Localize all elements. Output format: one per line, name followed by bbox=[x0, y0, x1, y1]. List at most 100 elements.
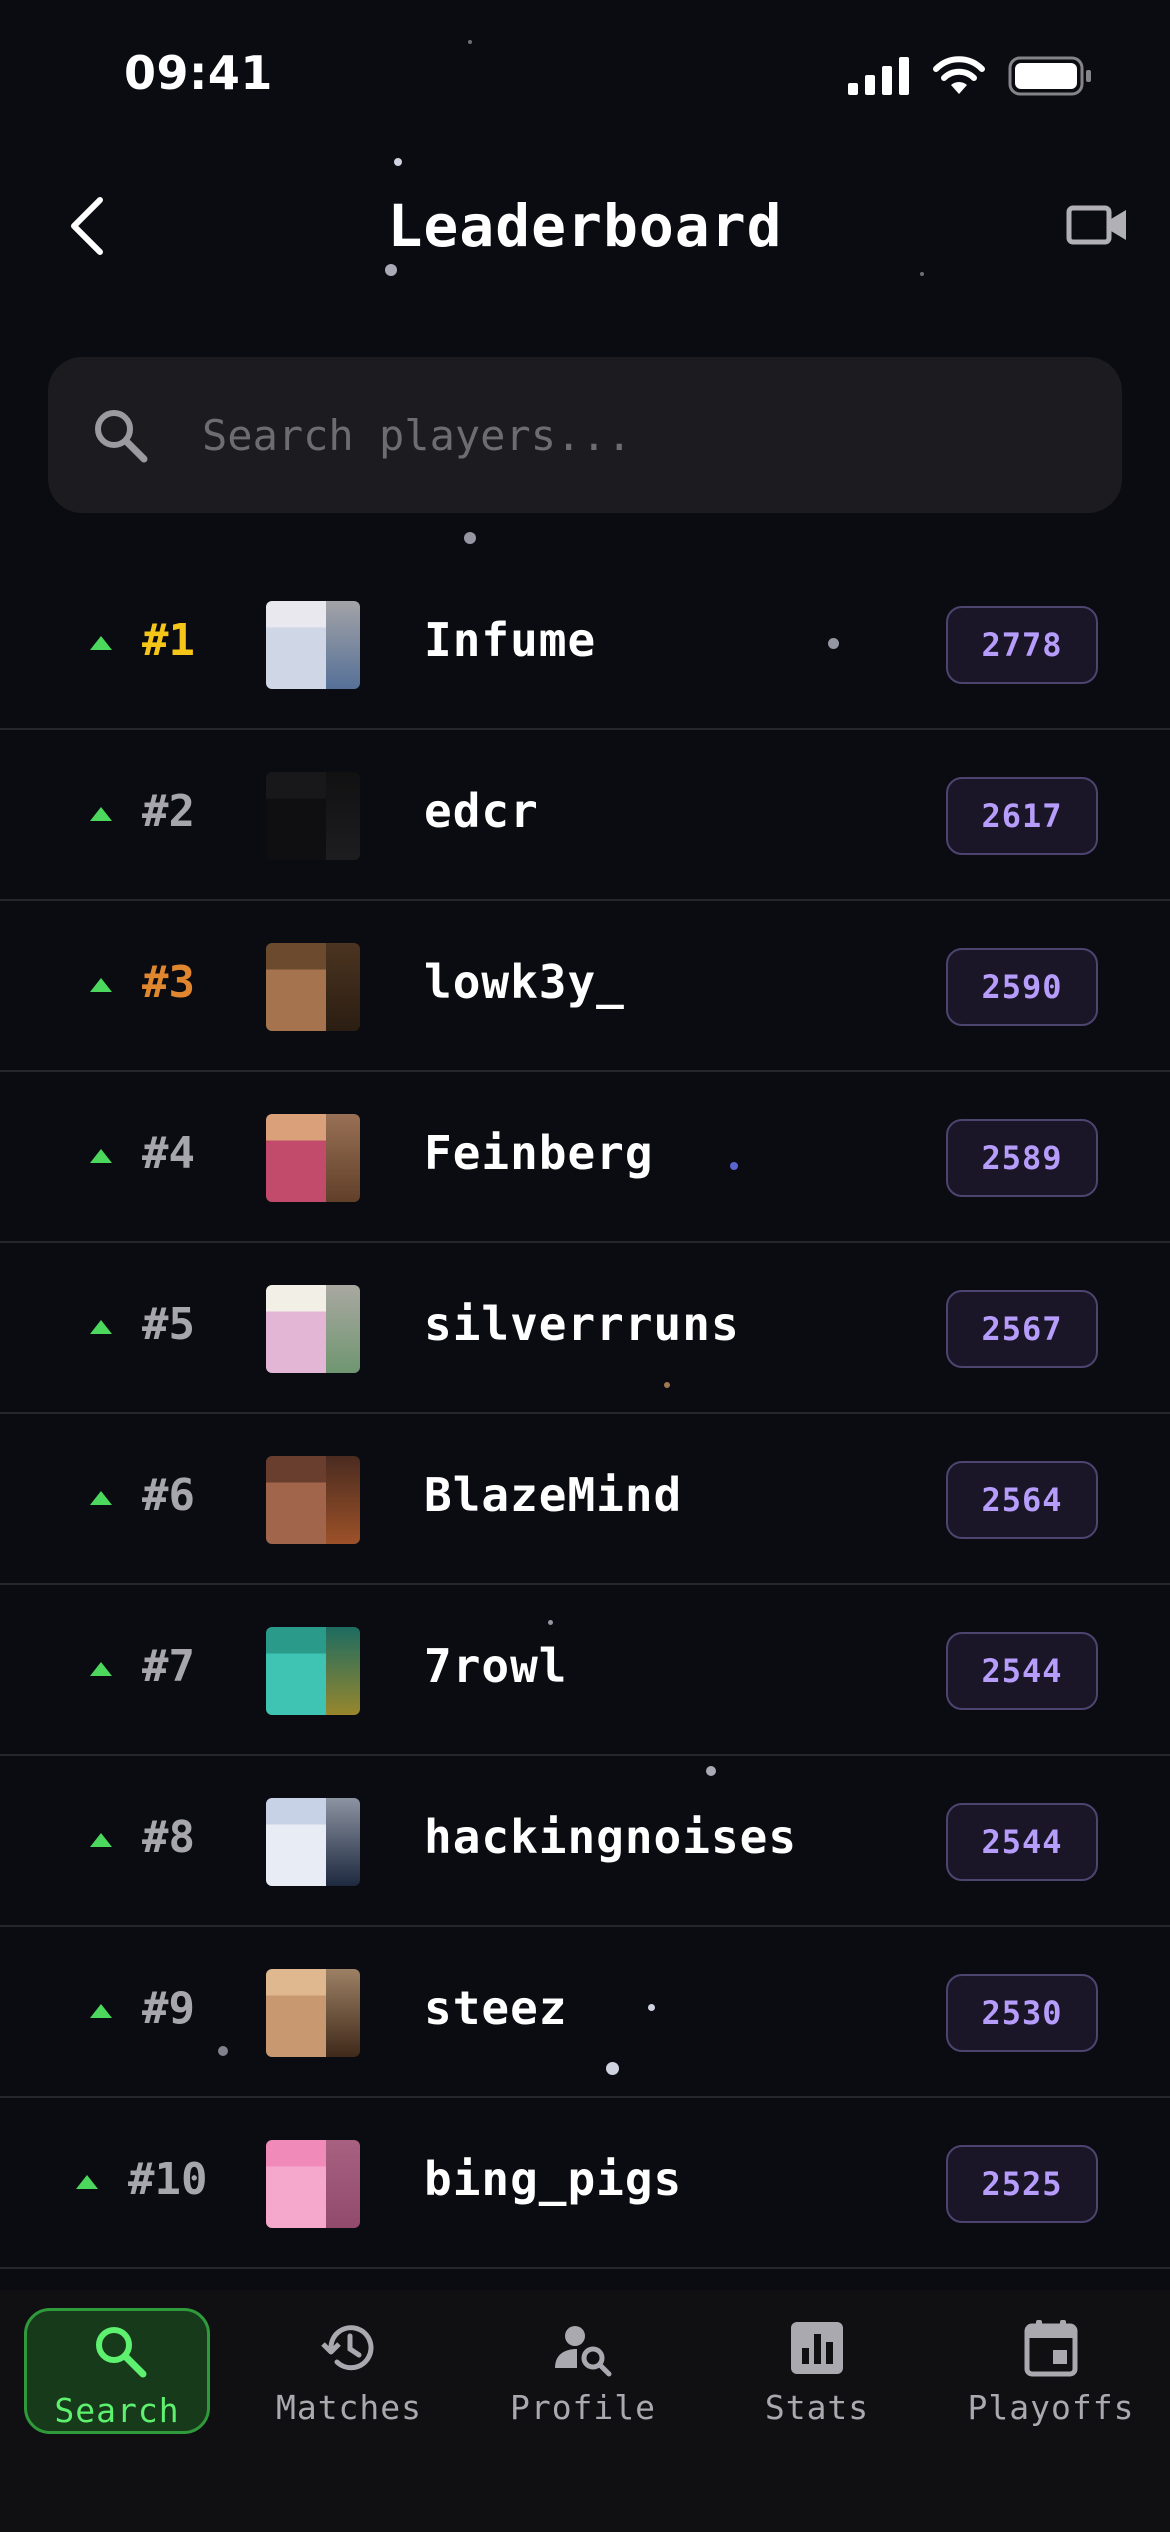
avatar-side bbox=[326, 1114, 360, 1202]
video-button[interactable] bbox=[1066, 200, 1130, 250]
avatar-face bbox=[266, 1285, 326, 1373]
player-avatar bbox=[266, 1969, 360, 2057]
trend-up-icon bbox=[90, 1833, 112, 1847]
elo-badge: 2778 bbox=[946, 606, 1098, 684]
battery-icon bbox=[1008, 56, 1091, 96]
wifi-icon bbox=[933, 56, 985, 94]
player-name: edcr bbox=[424, 784, 539, 838]
player-name: hackingnoises bbox=[424, 1810, 798, 1864]
tab-playoffs[interactable]: Playoffs bbox=[958, 2308, 1144, 2434]
leaderboard-row[interactable]: #8 hackingnoises 2544 bbox=[0, 1756, 1170, 1927]
avatar-side bbox=[326, 943, 360, 1031]
leaderboard-row[interactable]: #10 bing_pigs 2525 bbox=[0, 2098, 1170, 2269]
rank-label: #6 bbox=[142, 1470, 195, 1521]
player-name: BlazeMind bbox=[424, 1468, 683, 1522]
rank-label: #2 bbox=[142, 786, 195, 837]
cellular-signal-icon bbox=[848, 57, 909, 95]
leaderboard-row[interactable]: #3 lowk3y_ 2590 bbox=[0, 901, 1170, 1072]
avatar-side bbox=[326, 1627, 360, 1715]
trend-up-icon bbox=[90, 1662, 112, 1676]
star bbox=[394, 158, 402, 166]
player-avatar bbox=[266, 1627, 360, 1715]
avatar-face bbox=[266, 1114, 326, 1202]
avatar-side bbox=[326, 601, 360, 689]
avatar-side bbox=[326, 1969, 360, 2057]
avatar-face bbox=[266, 772, 326, 860]
player-name: steez bbox=[424, 1981, 568, 2035]
rank-label: #3 bbox=[142, 957, 195, 1008]
trend-up-icon bbox=[90, 2004, 112, 2018]
leaderboard-row[interactable]: #4 Feinberg 2589 bbox=[0, 1072, 1170, 1243]
elo-badge: 2590 bbox=[946, 948, 1098, 1026]
elo-badge: 2589 bbox=[946, 1119, 1098, 1197]
player-name: silverrruns bbox=[424, 1297, 740, 1351]
player-avatar bbox=[266, 1114, 360, 1202]
leaderboard-row[interactable]: #1 Infume 2778 bbox=[0, 559, 1170, 730]
tab-label: Search bbox=[54, 2391, 180, 2430]
player-avatar bbox=[266, 601, 360, 689]
elo-badge: 2530 bbox=[946, 1974, 1098, 2052]
trend-up-icon bbox=[90, 1320, 112, 1334]
trend-up-icon bbox=[76, 2175, 98, 2189]
leaderboard-row[interactable]: #6 BlazeMind 2564 bbox=[0, 1414, 1170, 1585]
leaderboard-row[interactable]: #9 steez 2530 bbox=[0, 1927, 1170, 2098]
avatar-side bbox=[326, 2140, 360, 2228]
page-title: Leaderboard bbox=[387, 192, 783, 260]
player-name: bing_pigs bbox=[424, 2152, 683, 2206]
status-time: 09:41 bbox=[124, 46, 273, 100]
player-avatar bbox=[266, 1456, 360, 1544]
player-avatar bbox=[266, 772, 360, 860]
bar-chart-icon bbox=[791, 2322, 843, 2374]
search-input[interactable] bbox=[202, 397, 1082, 473]
trend-up-icon bbox=[90, 1491, 112, 1505]
player-name: lowk3y_ bbox=[424, 955, 625, 1009]
rank-label: #8 bbox=[142, 1812, 195, 1863]
tab-label: Matches bbox=[275, 2388, 423, 2427]
star bbox=[464, 532, 476, 544]
trend-up-icon bbox=[90, 978, 112, 992]
avatar-side bbox=[326, 1285, 360, 1373]
person-search-icon bbox=[555, 2326, 612, 2377]
avatar-side bbox=[326, 772, 360, 860]
rank-label: #10 bbox=[128, 2154, 208, 2205]
calendar-icon bbox=[1024, 2320, 1078, 2377]
avatar-face bbox=[266, 601, 326, 689]
elo-badge: 2525 bbox=[946, 2145, 1098, 2223]
tab-stats[interactable]: Stats bbox=[724, 2308, 910, 2434]
tab-label: Stats bbox=[764, 2388, 870, 2427]
avatar-face bbox=[266, 1627, 326, 1715]
trend-up-icon bbox=[90, 636, 112, 650]
tab-profile[interactable]: Profile bbox=[490, 2308, 676, 2434]
status-bar: 09:41 bbox=[0, 0, 1170, 150]
player-avatar bbox=[266, 2140, 360, 2228]
rank-label: #7 bbox=[142, 1641, 195, 1692]
tab-label: Playoffs bbox=[967, 2388, 1135, 2427]
elo-badge: 2567 bbox=[946, 1290, 1098, 1368]
status-icons bbox=[848, 56, 1092, 96]
avatar-face bbox=[266, 1969, 326, 2057]
player-avatar bbox=[266, 943, 360, 1031]
rank-label: #9 bbox=[142, 1983, 195, 2034]
tab-label: Profile bbox=[509, 2388, 657, 2427]
avatar-face bbox=[266, 1798, 326, 1886]
video-camera-icon bbox=[1066, 205, 1126, 245]
player-name: Feinberg bbox=[424, 1126, 654, 1180]
avatar-face bbox=[266, 1456, 326, 1544]
leaderboard-row[interactable]: #7 7rowl 2544 bbox=[0, 1585, 1170, 1756]
search-icon bbox=[95, 410, 148, 463]
avatar-face bbox=[266, 943, 326, 1031]
search-bar[interactable] bbox=[48, 357, 1122, 513]
player-avatar bbox=[266, 1285, 360, 1373]
leaderboard-row[interactable]: #5 silverrruns 2567 bbox=[0, 1243, 1170, 1414]
leaderboard-list: #1 Infume 2778 #2 edcr 2617 #3 lowk3y_ 2590 #4 Fei… bbox=[0, 559, 1170, 2269]
avatar-side bbox=[326, 1456, 360, 1544]
tab-matches[interactable]: Matches bbox=[256, 2308, 442, 2434]
tab-search[interactable]: Search bbox=[24, 2308, 210, 2434]
rank-label: #1 bbox=[142, 615, 195, 666]
elo-badge: 2544 bbox=[946, 1803, 1098, 1881]
elo-badge: 2564 bbox=[946, 1461, 1098, 1539]
search-icon bbox=[96, 2327, 147, 2378]
avatar-side bbox=[326, 1798, 360, 1886]
leaderboard-row[interactable]: #2 edcr 2617 bbox=[0, 730, 1170, 901]
rank-label: #5 bbox=[142, 1299, 195, 1350]
